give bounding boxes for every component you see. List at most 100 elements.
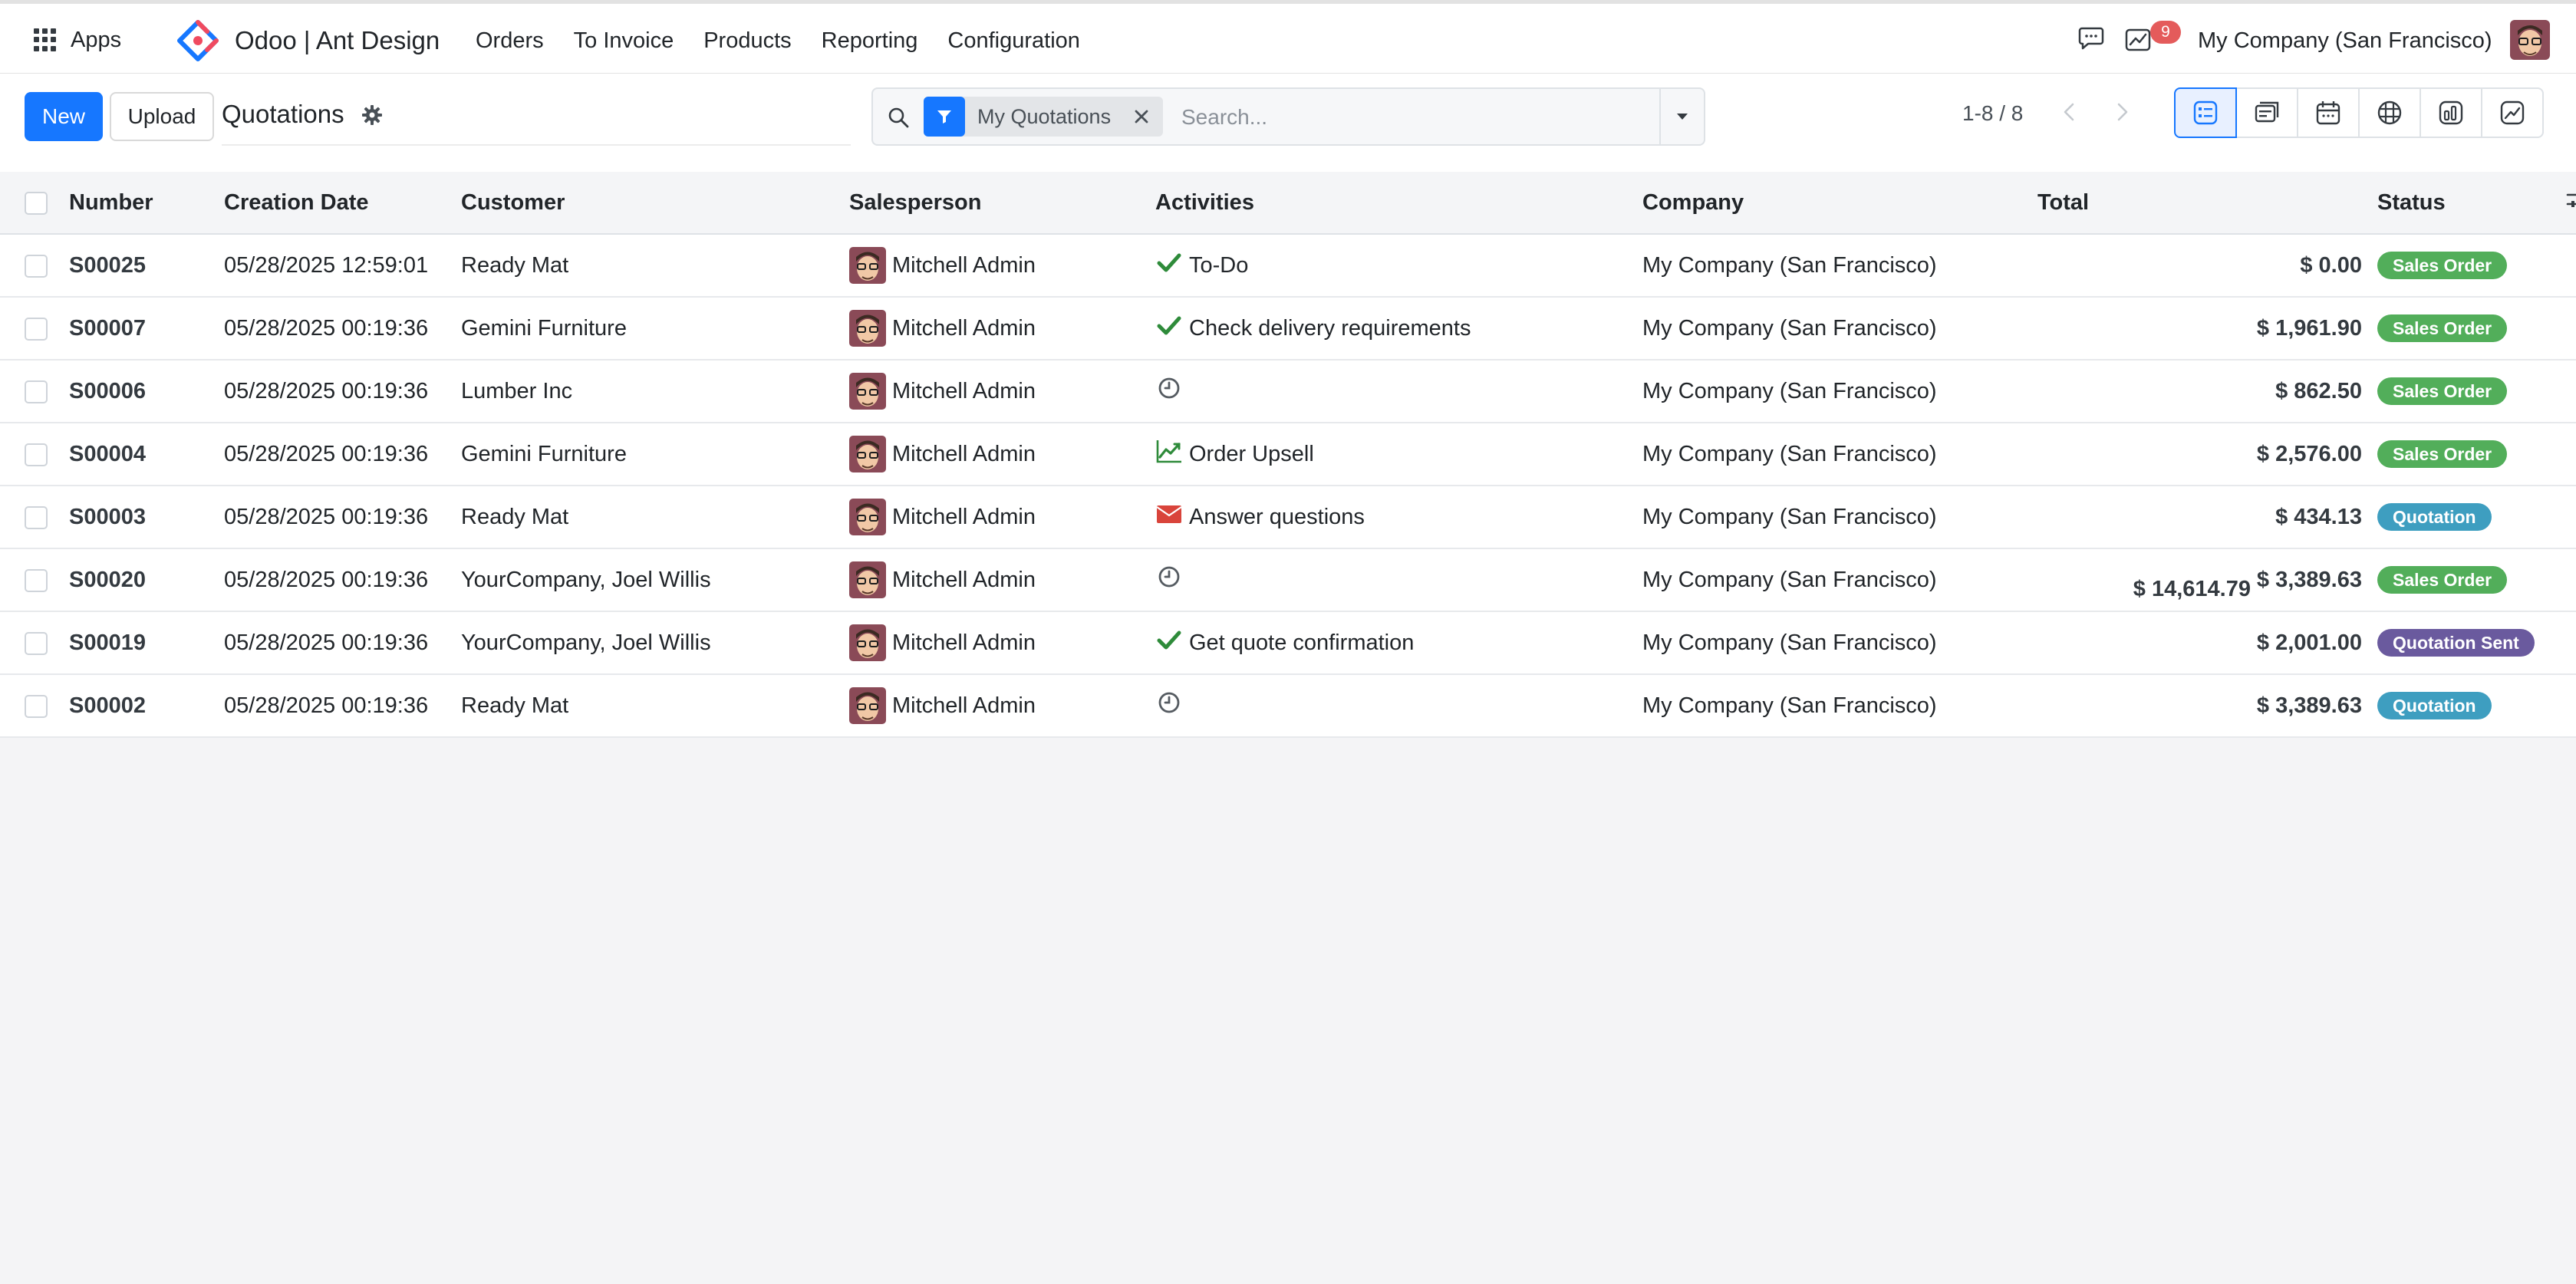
salesperson-avatar[interactable] xyxy=(849,624,886,661)
activity-clock-icon[interactable] xyxy=(2123,24,2154,54)
row-checkbox[interactable] xyxy=(25,694,48,718)
graph-view-button[interactable] xyxy=(2420,87,2482,138)
salesperson-avatar-icon xyxy=(849,687,886,724)
new-button[interactable]: New xyxy=(25,92,103,141)
salesperson-avatar[interactable] xyxy=(849,436,886,472)
apps-menu-button[interactable]: Apps xyxy=(34,21,121,59)
menu-item-to-invoice[interactable]: To Invoice xyxy=(574,28,674,54)
table-row[interactable]: S00002 05/28/2025 00:19:36 Ready Mat Mit… xyxy=(0,674,2576,738)
column-header-customer[interactable]: Customer xyxy=(461,172,849,235)
order-total: $ 0.00 xyxy=(2037,234,2377,298)
menu-item-configuration[interactable]: Configuration xyxy=(947,28,1080,54)
column-header-activities[interactable]: Activities xyxy=(1155,172,1642,235)
table-row[interactable]: S00007 05/28/2025 00:19:36 Gemini Furnit… xyxy=(0,297,2576,361)
clock-icon[interactable] xyxy=(1155,563,1183,591)
order-total: $ 862.50 xyxy=(2037,360,2377,423)
status-badge: Sales Order xyxy=(2377,252,2508,279)
chevron-left-icon[interactable] xyxy=(2056,98,2084,126)
table-row[interactable]: S00019 05/28/2025 00:19:36 YourCompany, … xyxy=(0,611,2576,675)
table-row[interactable]: S00003 05/28/2025 00:19:36 Ready Mat Mit… xyxy=(0,486,2576,549)
table-row[interactable]: S00006 05/28/2025 00:19:36 Lumber Inc Mi… xyxy=(0,360,2576,423)
pager-value[interactable]: 1-8 / 8 xyxy=(1962,101,2023,126)
row-checkbox[interactable] xyxy=(25,631,48,655)
clock-icon[interactable] xyxy=(1155,689,1183,716)
menu-item-reporting[interactable]: Reporting xyxy=(822,28,918,54)
creation-date: 05/28/2025 00:19:36 xyxy=(224,423,461,486)
row-checkbox[interactable] xyxy=(25,443,48,466)
salesperson-avatar[interactable] xyxy=(849,310,886,347)
salesperson-avatar[interactable] xyxy=(849,561,886,598)
salesperson-avatar[interactable] xyxy=(849,247,886,284)
table-row[interactable]: S00004 05/28/2025 00:19:36 Gemini Furnit… xyxy=(0,423,2576,486)
discuss-chat-icon[interactable] xyxy=(2077,24,2105,51)
check-icon[interactable] xyxy=(1155,311,1183,339)
customer-name: Gemini Furniture xyxy=(461,297,849,361)
company-name: My Company (San Francisco) xyxy=(1642,360,2037,423)
row-checkbox[interactable] xyxy=(25,317,48,341)
trend-icon[interactable] xyxy=(1155,437,1183,465)
activity-button[interactable] xyxy=(1155,311,1183,345)
salesperson-cell: Mitchell Admin xyxy=(849,297,1155,361)
brand[interactable]: Odoo | Ant Design xyxy=(176,19,440,62)
check-icon[interactable] xyxy=(1155,249,1183,276)
salesperson-cell: Mitchell Admin xyxy=(849,611,1155,675)
customer-name: Ready Mat xyxy=(461,674,849,738)
column-header-number[interactable]: Number xyxy=(69,172,224,235)
column-header-total[interactable]: Total xyxy=(2037,172,2377,235)
row-checkbox[interactable] xyxy=(25,380,48,403)
gear-icon[interactable] xyxy=(361,104,384,127)
row-select-cell xyxy=(0,611,69,675)
upload-button[interactable]: Upload xyxy=(110,92,214,141)
salesperson-avatar[interactable] xyxy=(849,373,886,410)
apps-label: Apps xyxy=(71,27,122,52)
user-avatar[interactable] xyxy=(2510,20,2550,60)
salesperson-avatar[interactable] xyxy=(849,499,886,535)
activity-button[interactable] xyxy=(1155,500,1183,534)
salesperson-avatar-icon xyxy=(849,310,886,347)
column-header-salesperson[interactable]: Salesperson xyxy=(849,172,1155,235)
salesperson-name: Mitchell Admin xyxy=(892,441,1036,466)
activity-view-button[interactable] xyxy=(2481,87,2544,138)
list-view-button[interactable] xyxy=(2174,87,2237,138)
select-all-cell xyxy=(0,172,69,235)
envelope-icon[interactable] xyxy=(1155,500,1183,528)
kanban-view-button[interactable] xyxy=(2235,87,2298,138)
menu-item-orders[interactable]: Orders xyxy=(476,28,544,54)
salesperson-avatar[interactable] xyxy=(849,687,886,724)
pivot-view-button[interactable] xyxy=(2358,87,2421,138)
sliders-icon[interactable] xyxy=(2564,187,2576,212)
chevron-right-icon[interactable] xyxy=(2108,98,2136,126)
activity-button[interactable] xyxy=(1155,689,1183,723)
salesperson-avatar-icon xyxy=(849,561,886,598)
activity-button[interactable] xyxy=(1155,249,1183,282)
company-switcher[interactable]: My Company (San Francisco) xyxy=(2198,28,2492,54)
select-all-checkbox[interactable] xyxy=(25,191,48,215)
close-icon[interactable] xyxy=(1132,107,1151,126)
title-divider xyxy=(222,144,851,146)
column-header-company[interactable]: Company xyxy=(1642,172,2037,235)
activity-cell: Answer questions xyxy=(1155,486,1642,549)
activity-button[interactable] xyxy=(1155,563,1183,597)
salesperson-avatar-icon xyxy=(849,247,886,284)
salesperson-cell: Mitchell Admin xyxy=(849,548,1155,612)
user-avatar-icon xyxy=(2510,20,2550,60)
column-header-creation-date[interactable]: Creation Date xyxy=(224,172,461,235)
row-checkbox[interactable] xyxy=(25,568,48,592)
row-checkbox[interactable] xyxy=(25,505,48,529)
calendar-view-button[interactable] xyxy=(2297,87,2360,138)
activity-button[interactable] xyxy=(1155,437,1183,471)
row-select-cell xyxy=(0,548,69,612)
table-row[interactable]: S00025 05/28/2025 12:59:01 Ready Mat Mit… xyxy=(0,234,2576,298)
clock-icon[interactable] xyxy=(1155,374,1183,402)
row-checkbox[interactable] xyxy=(25,254,48,278)
search-options-toggle[interactable] xyxy=(1659,89,1704,144)
search-input[interactable] xyxy=(1180,97,1605,138)
activity-button[interactable] xyxy=(1155,626,1183,660)
company-name: My Company (San Francisco) xyxy=(1642,297,2037,361)
check-icon[interactable] xyxy=(1155,626,1183,654)
search-icon[interactable] xyxy=(887,106,910,129)
status-badge: Quotation xyxy=(2377,503,2492,531)
column-header-status[interactable]: Status xyxy=(2377,172,2564,235)
menu-item-products[interactable]: Products xyxy=(703,28,791,54)
activity-button[interactable] xyxy=(1155,374,1183,408)
